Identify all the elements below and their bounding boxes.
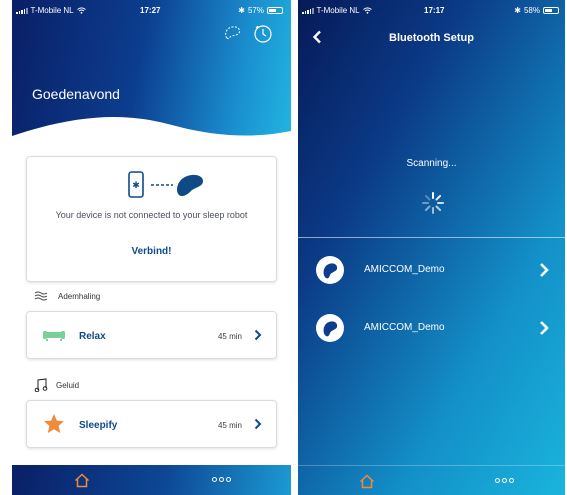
status-bar: T-Mobile NL 17:17 ✱ 58% (298, 0, 565, 20)
sleepify-item[interactable]: Sleepify 45 min (26, 400, 277, 448)
music-note-icon (34, 378, 48, 392)
chevron-right-icon (540, 321, 549, 335)
connect-button[interactable]: Verbind! (27, 246, 276, 257)
wifi-icon (362, 7, 372, 14)
carrier: T-Mobile NL (16, 6, 86, 15)
header-icons (223, 24, 273, 44)
device-name: AMICCOM_Demo (364, 264, 445, 275)
item-name: Sleepify (79, 420, 118, 431)
signal-icon (16, 7, 28, 14)
item-duration: 45 min (217, 421, 242, 430)
bluetooth-setup-screen: T-Mobile NL 17:17 ✱ 58% Bluetooth Setup … (298, 0, 565, 495)
item-duration: 45 min (217, 332, 242, 341)
more-icon[interactable] (495, 478, 514, 483)
carrier: T-Mobile NL (302, 6, 372, 15)
timer-icon[interactable] (253, 24, 273, 44)
chevron-right-icon (254, 329, 262, 341)
device-row[interactable]: AMICCOM_Demo (298, 250, 565, 290)
carrier-name: T-Mobile NL (30, 6, 74, 15)
svg-text:✱: ✱ (132, 181, 140, 191)
sleep-robot-icon[interactable] (223, 24, 243, 42)
signal-icon (302, 7, 314, 14)
greeting: Goedenavond (32, 86, 120, 102)
section-geluid: Geluid (34, 378, 79, 392)
chevron-right-icon (540, 263, 549, 277)
loading-spinner-icon (422, 192, 444, 214)
chevron-right-icon (254, 418, 262, 430)
sleep-robot-icon (316, 256, 344, 284)
battery-icon (543, 7, 559, 14)
more-icon[interactable] (212, 477, 231, 482)
header-wave (12, 117, 291, 151)
waves-icon (34, 291, 48, 301)
bluetooth-status-icon: ✱ (238, 6, 245, 15)
battery-icon (267, 7, 283, 14)
home-icon[interactable] (74, 473, 90, 488)
status-right: ✱ 58% (514, 6, 559, 15)
status-time: 17:27 (140, 6, 161, 15)
carrier-name: T-Mobile NL (316, 6, 360, 15)
device-name: AMICCOM_Demo (364, 322, 445, 333)
connection-card: ✱ Your device is not connected to your s… (26, 156, 277, 282)
wifi-icon (76, 7, 86, 14)
status-bar: T-Mobile NL 17:27 ✱ 57% (12, 0, 291, 20)
section-label: Geluid (56, 380, 80, 390)
scanning-status: Scanning... (406, 158, 457, 169)
divider (298, 237, 565, 238)
bluetooth-status-icon: ✱ (514, 6, 521, 15)
home-screen: T-Mobile NL 17:27 ✱ 57% Goedenavond ✱ Yo… (12, 0, 291, 495)
item-name: Relax (79, 331, 106, 342)
home-icon[interactable] (359, 474, 375, 489)
tab-bar (298, 465, 565, 495)
connection-message: Your device is not connected to your sle… (55, 210, 248, 220)
header-banner: T-Mobile NL 17:27 ✱ 57% Goedenavond (12, 0, 291, 151)
relax-item[interactable]: Relax 45 min (26, 311, 277, 359)
tab-bar (12, 465, 291, 495)
page-title: Bluetooth Setup (389, 32, 474, 44)
battery-percent: 58% (523, 6, 540, 15)
sofa-icon (43, 331, 65, 341)
status-right: ✱ 57% (238, 6, 283, 15)
battery-percent: 57% (247, 6, 264, 15)
star-icon (44, 414, 64, 433)
section-label: Ademhaling (58, 291, 101, 301)
status-time: 17:17 (424, 6, 445, 15)
sleep-robot-icon (316, 314, 344, 342)
device-row[interactable]: AMICCOM_Demo (298, 308, 565, 348)
section-ademhaling: Ademhaling (34, 291, 100, 301)
phone-to-robot-illustration: ✱ (128, 171, 203, 198)
